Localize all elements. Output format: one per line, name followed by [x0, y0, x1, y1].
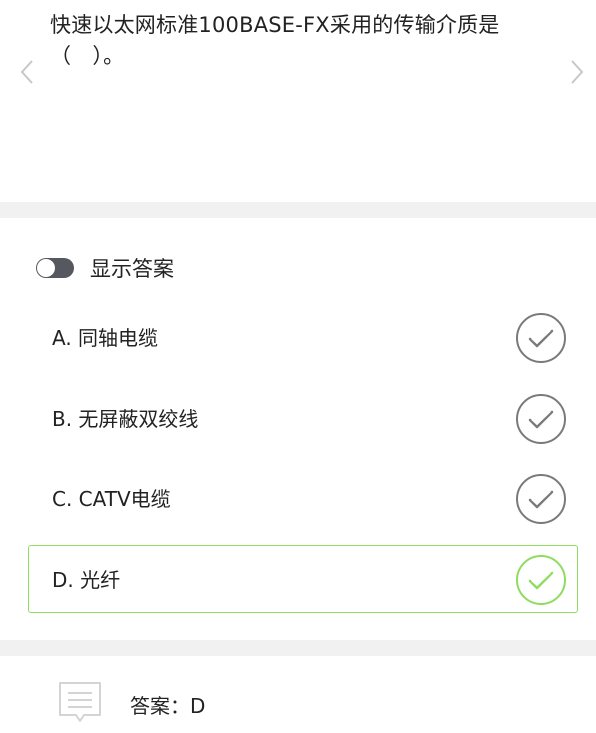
option-b[interactable]: B. 无屏蔽双绞线	[28, 384, 578, 452]
question-area: 快速以太网标准100BASE-FX采用的传输介质是（ ）。	[0, 0, 596, 202]
chevron-right-icon[interactable]	[570, 58, 584, 86]
check-circle-icon	[515, 312, 567, 364]
option-label: C. CATV电缆	[52, 487, 171, 511]
show-answer-row: 显示答案	[36, 252, 174, 284]
message-icon	[58, 681, 102, 727]
option-label: A. 同轴电缆	[52, 326, 159, 350]
option-d[interactable]: D. 光纤	[28, 545, 578, 613]
toggle-knob	[37, 259, 55, 277]
quiz-page: 快速以太网标准100BASE-FX采用的传输介质是（ ）。 显示答案 A. 同轴…	[0, 0, 596, 733]
question-text: 快速以太网标准100BASE-FX采用的传输介质是（ ）。	[50, 13, 500, 68]
answer-row: 答案：D	[58, 680, 205, 728]
check-circle-icon	[515, 473, 567, 525]
chevron-left-icon[interactable]	[20, 58, 34, 86]
option-label: D. 光纤	[52, 568, 121, 592]
option-c[interactable]: C. CATV电缆	[28, 464, 578, 532]
check-circle-icon	[515, 554, 567, 606]
option-label: B. 无屏蔽双绞线	[52, 407, 199, 431]
option-a[interactable]: A. 同轴电缆	[28, 303, 578, 371]
answer-text: 答案：D	[130, 693, 206, 718]
section-divider	[0, 202, 596, 218]
show-answer-toggle[interactable]	[36, 258, 74, 278]
show-answer-label: 显示答案	[90, 257, 174, 281]
section-divider	[0, 640, 596, 656]
check-circle-icon	[515, 393, 567, 445]
